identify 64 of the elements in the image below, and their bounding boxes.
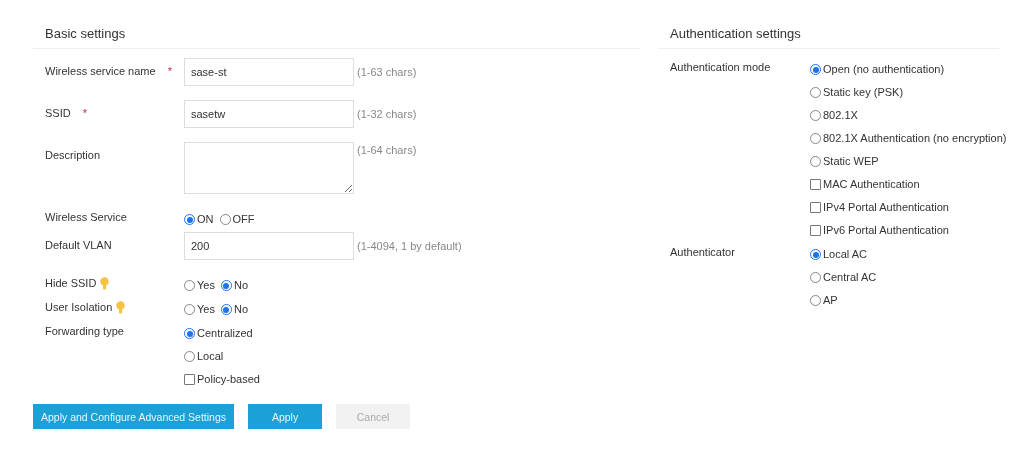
radio-button[interactable] [184,280,195,291]
radio-option[interactable]: Yes [184,274,215,297]
radio-button[interactable] [219,214,231,225]
radio-option[interactable]: Local [184,345,260,368]
radio-option[interactable]: AP [810,289,877,312]
radio-button[interactable] [184,214,195,225]
lightbulb-icon[interactable] [116,300,126,314]
section-heading: Authentication settings [658,22,999,49]
section-heading: Basic settings [33,22,640,49]
radio-button[interactable] [220,280,232,291]
field-label: Wireless Service [45,210,127,225]
checkbox[interactable] [810,225,821,236]
hint-text: (1-32 chars) [357,107,417,122]
radio-button[interactable] [810,249,821,260]
checkbox-option[interactable]: IPv6 Portal Authentication [810,219,1007,242]
field-label: Hide SSID [45,276,97,291]
radio-option[interactable]: Centralized [184,322,260,345]
radio-option[interactable]: OFF [219,208,255,231]
hint-text: (1-63 chars) [357,65,417,80]
description-field[interactable] [184,142,354,194]
radio-option[interactable]: Local AC [810,243,877,266]
field-label: Wireless service name [45,64,156,79]
radio-option[interactable]: No [220,298,248,321]
radio-option[interactable]: No [220,274,248,297]
radio-option[interactable]: Static key (PSK) [810,81,1007,104]
field-label: Default VLAN [45,238,112,253]
radio-button[interactable] [184,351,195,362]
hint-text: (1-64 chars) [357,143,417,157]
radio-button[interactable] [810,110,821,121]
checkbox[interactable] [810,179,821,190]
radio-button[interactable] [810,133,821,144]
field-label: Forwarding type [45,324,124,339]
text-field[interactable]: 200 [184,232,354,260]
radio-option[interactable]: ON [184,208,214,231]
radio-button[interactable] [184,328,195,339]
hint-text: (1-4094, 1 by default) [357,239,462,254]
text-field[interactable]: sasetw [184,100,354,128]
radio-button[interactable] [810,87,821,98]
checkbox-option[interactable]: IPv4 Portal Authentication [810,196,1007,219]
field-label: Authenticator [670,245,735,260]
radio-option[interactable]: Open (no authentication) [810,58,1007,81]
radio-option[interactable]: Yes [184,298,215,321]
field-label: User Isolation [45,300,113,315]
radio-button[interactable] [810,272,821,283]
required-mark: * [82,106,87,121]
field-label: Authentication mode [670,60,771,75]
required-mark: * [167,64,172,79]
radio-option[interactable]: 802.1X Authentication (no encryption) [810,127,1007,150]
checkbox[interactable] [810,202,821,213]
lightbulb-icon[interactable] [100,276,110,290]
checkbox-option[interactable]: MAC Authentication [810,173,1007,196]
field-label: SSID [45,106,71,121]
checkbox[interactable] [184,374,195,385]
radio-option[interactable]: 802.1X [810,104,1007,127]
radio-option[interactable]: Static WEP [810,150,1007,173]
field-label: Description [45,148,101,163]
checkbox-option[interactable]: Policy-based [184,368,260,391]
radio-button[interactable] [810,64,821,75]
text-field[interactable]: sase-st [184,58,354,86]
radio-button[interactable] [810,156,821,167]
radio-button[interactable] [810,295,821,306]
radio-button[interactable] [220,304,232,315]
radio-button[interactable] [184,304,195,315]
radio-option[interactable]: Central AC [810,266,877,289]
